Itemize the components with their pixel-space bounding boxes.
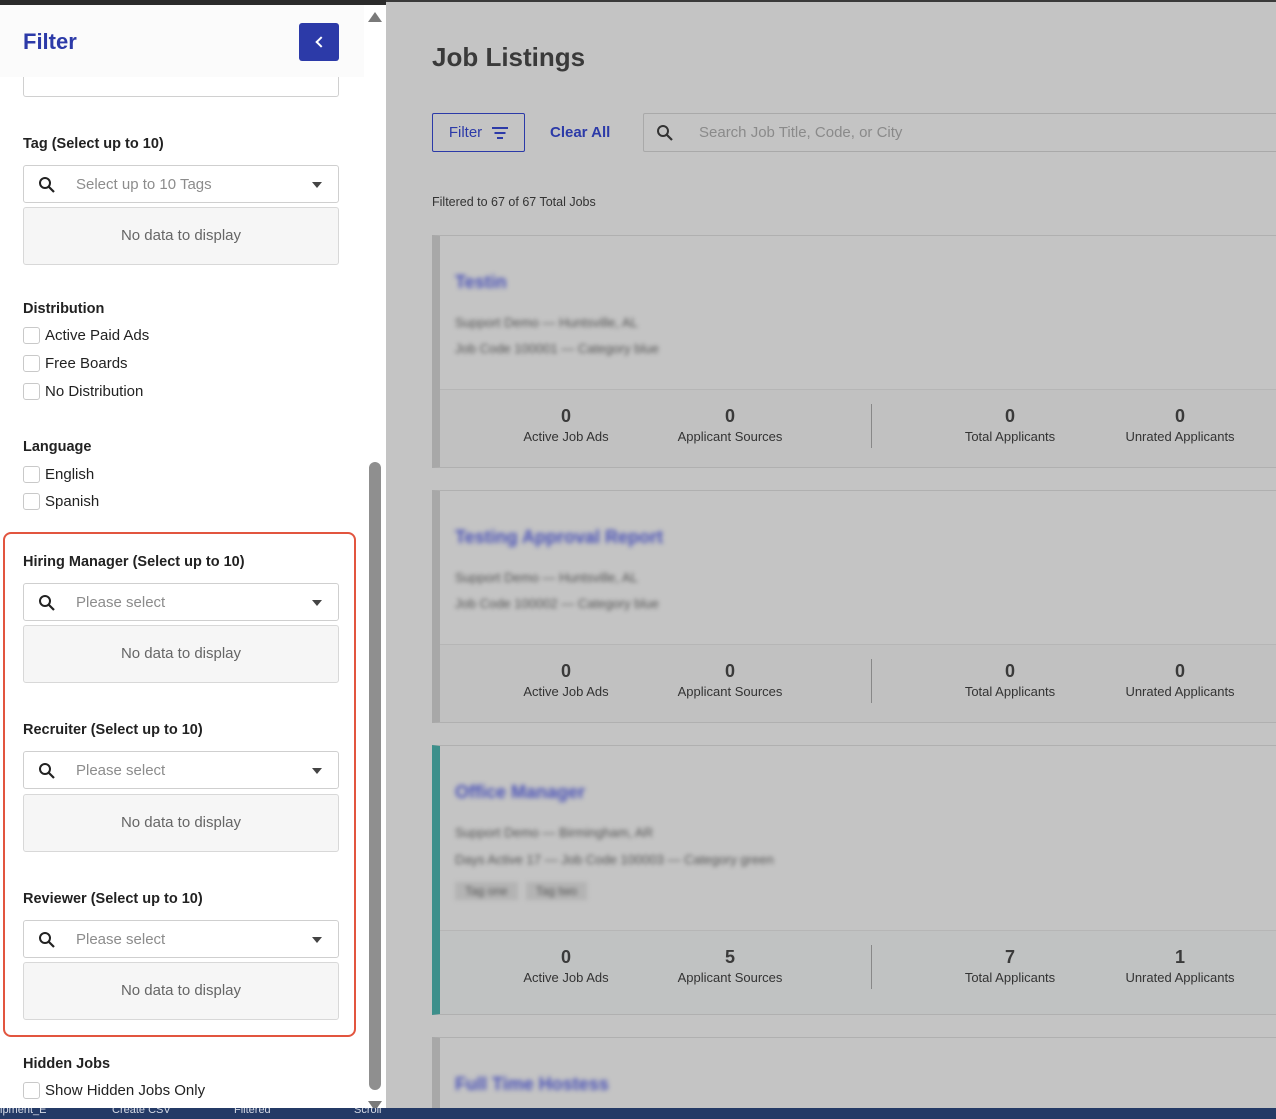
job-details: Job Code 100001 — Category blue	[455, 341, 659, 356]
stat-unrated-applicants: 0 Unrated Applicants	[1125, 661, 1235, 699]
taskbar-item[interactable]: Scroll	[354, 1108, 382, 1116]
checkbox-free-boards[interactable]: Free Boards	[23, 355, 128, 372]
filter-panel-header: Filter	[0, 5, 364, 77]
checkbox[interactable]	[23, 355, 40, 372]
filter-panel: Filter Tag (Select up to 10) Select up t…	[0, 5, 364, 1108]
page-title: Job Listings	[432, 42, 586, 72]
checkbox[interactable]	[23, 383, 40, 400]
checkbox-no-distribution[interactable]: No Distribution	[23, 383, 143, 400]
checkbox-active-paid-ads[interactable]: Active Paid Ads	[23, 327, 149, 344]
job-title[interactable]: Testing Approval Report	[455, 527, 663, 548]
checkbox-spanish[interactable]: Spanish	[23, 493, 99, 510]
checkbox-english[interactable]: English	[23, 466, 94, 483]
job-title[interactable]: Full Time Hostess	[455, 1074, 609, 1095]
taskbar-item[interactable]: Create CSV	[112, 1108, 171, 1116]
stat-divider	[871, 945, 872, 989]
filter-panel-title: Filter	[23, 29, 77, 54]
distribution-label: Distribution	[23, 301, 105, 317]
checkbox[interactable]	[23, 327, 40, 344]
job-card[interactable]: Full Time Hostess	[432, 1037, 1276, 1108]
taskbar: ipment_E Create CSV Filtered Scroll	[0, 1108, 1276, 1119]
stat-total-applicants: 7 Total Applicants	[964, 947, 1056, 985]
scroll-up-arrow-icon[interactable]	[368, 12, 382, 22]
job-title[interactable]: Office Manager	[455, 782, 585, 803]
checkbox[interactable]	[23, 466, 40, 483]
job-listings-page: Job Listings Filter Clear All Search Job…	[386, 2, 1276, 1108]
stat-total-applicants: 0 Total Applicants	[964, 406, 1056, 444]
clear-all-link[interactable]: Clear All	[550, 124, 610, 141]
highlight-box	[3, 532, 356, 1037]
taskbar-item[interactable]: ipment_E	[0, 1108, 46, 1116]
tag-empty-message: No data to display	[23, 207, 339, 265]
chevron-left-icon	[314, 36, 327, 48]
job-card[interactable]: Testin Support Demo — Huntsville, AL Job…	[432, 235, 1276, 468]
search-icon	[39, 177, 55, 193]
stat-applicant-sources: 5 Applicant Sources	[677, 947, 783, 985]
stat-applicant-sources: 0 Applicant Sources	[677, 406, 783, 444]
search-icon	[657, 124, 673, 141]
job-title[interactable]: Testin	[455, 272, 507, 293]
stat-active-job-ads: 0 Active Job Ads	[523, 661, 609, 699]
checkbox[interactable]	[23, 493, 40, 510]
job-stats: 0 Active Job Ads 0 Applicant Sources 0 Tota…	[440, 389, 1276, 467]
collapse-filter-button[interactable]	[299, 23, 339, 61]
tag-label: Tag (Select up to 10)	[23, 136, 164, 152]
filtered-count: Filtered to 67 of 67 Total Jobs	[432, 195, 596, 209]
filter-button[interactable]: Filter	[432, 113, 525, 152]
scrollbar-thumb[interactable]	[369, 462, 381, 1090]
tag-select-placeholder: Select up to 10 Tags	[76, 176, 212, 193]
filter-button-label: Filter	[448, 124, 483, 141]
filter-icon	[492, 126, 509, 139]
job-details: Days Active 17 — Job Code 100003 — Categ…	[455, 852, 774, 867]
stat-divider	[871, 659, 872, 703]
language-label: Language	[23, 439, 92, 455]
stat-active-job-ads: 0 Active Job Ads	[523, 406, 609, 444]
stat-unrated-applicants: 1 Unrated Applicants	[1125, 947, 1235, 985]
job-location: Support Demo — Birmingham, AR	[455, 825, 653, 840]
job-location: Support Demo — Huntsville, AL	[455, 570, 638, 585]
job-card[interactable]: Testing Approval Report Support Demo — H…	[432, 490, 1276, 723]
tag-select[interactable]: Select up to 10 Tags	[23, 165, 339, 203]
stat-active-job-ads: 0 Active Job Ads	[523, 947, 609, 985]
job-stats: 0 Active Job Ads 5 Applicant Sources 7 Tota…	[440, 930, 1276, 1014]
job-details: Job Code 100002 — Category blue	[455, 596, 659, 611]
job-tags: Tag one Tag two	[455, 882, 588, 900]
checkbox[interactable]	[23, 1082, 40, 1099]
taskbar-item[interactable]: Filtered	[234, 1108, 271, 1116]
stat-unrated-applicants: 0 Unrated Applicants	[1125, 406, 1235, 444]
stat-total-applicants: 0 Total Applicants	[964, 661, 1056, 699]
job-stats: 0 Active Job Ads 0 Applicant Sources 0 Tota…	[440, 644, 1276, 722]
job-tag: Tag two	[525, 882, 588, 900]
job-search-input[interactable]: Search Job Title, Code, or City	[643, 113, 1276, 152]
search-placeholder: Search Job Title, Code, or City	[699, 124, 903, 141]
job-location: Support Demo — Huntsville, AL	[455, 315, 638, 330]
job-tag: Tag one	[455, 882, 518, 900]
checkbox-show-hidden-jobs[interactable]: Show Hidden Jobs Only	[23, 1082, 205, 1099]
hidden-jobs-label: Hidden Jobs	[23, 1056, 111, 1072]
job-card[interactable]: Office Manager Support Demo — Birmingham…	[432, 745, 1276, 1015]
caret-down-icon	[312, 182, 322, 188]
stat-applicant-sources: 0 Applicant Sources	[677, 661, 783, 699]
stat-divider	[871, 404, 872, 448]
